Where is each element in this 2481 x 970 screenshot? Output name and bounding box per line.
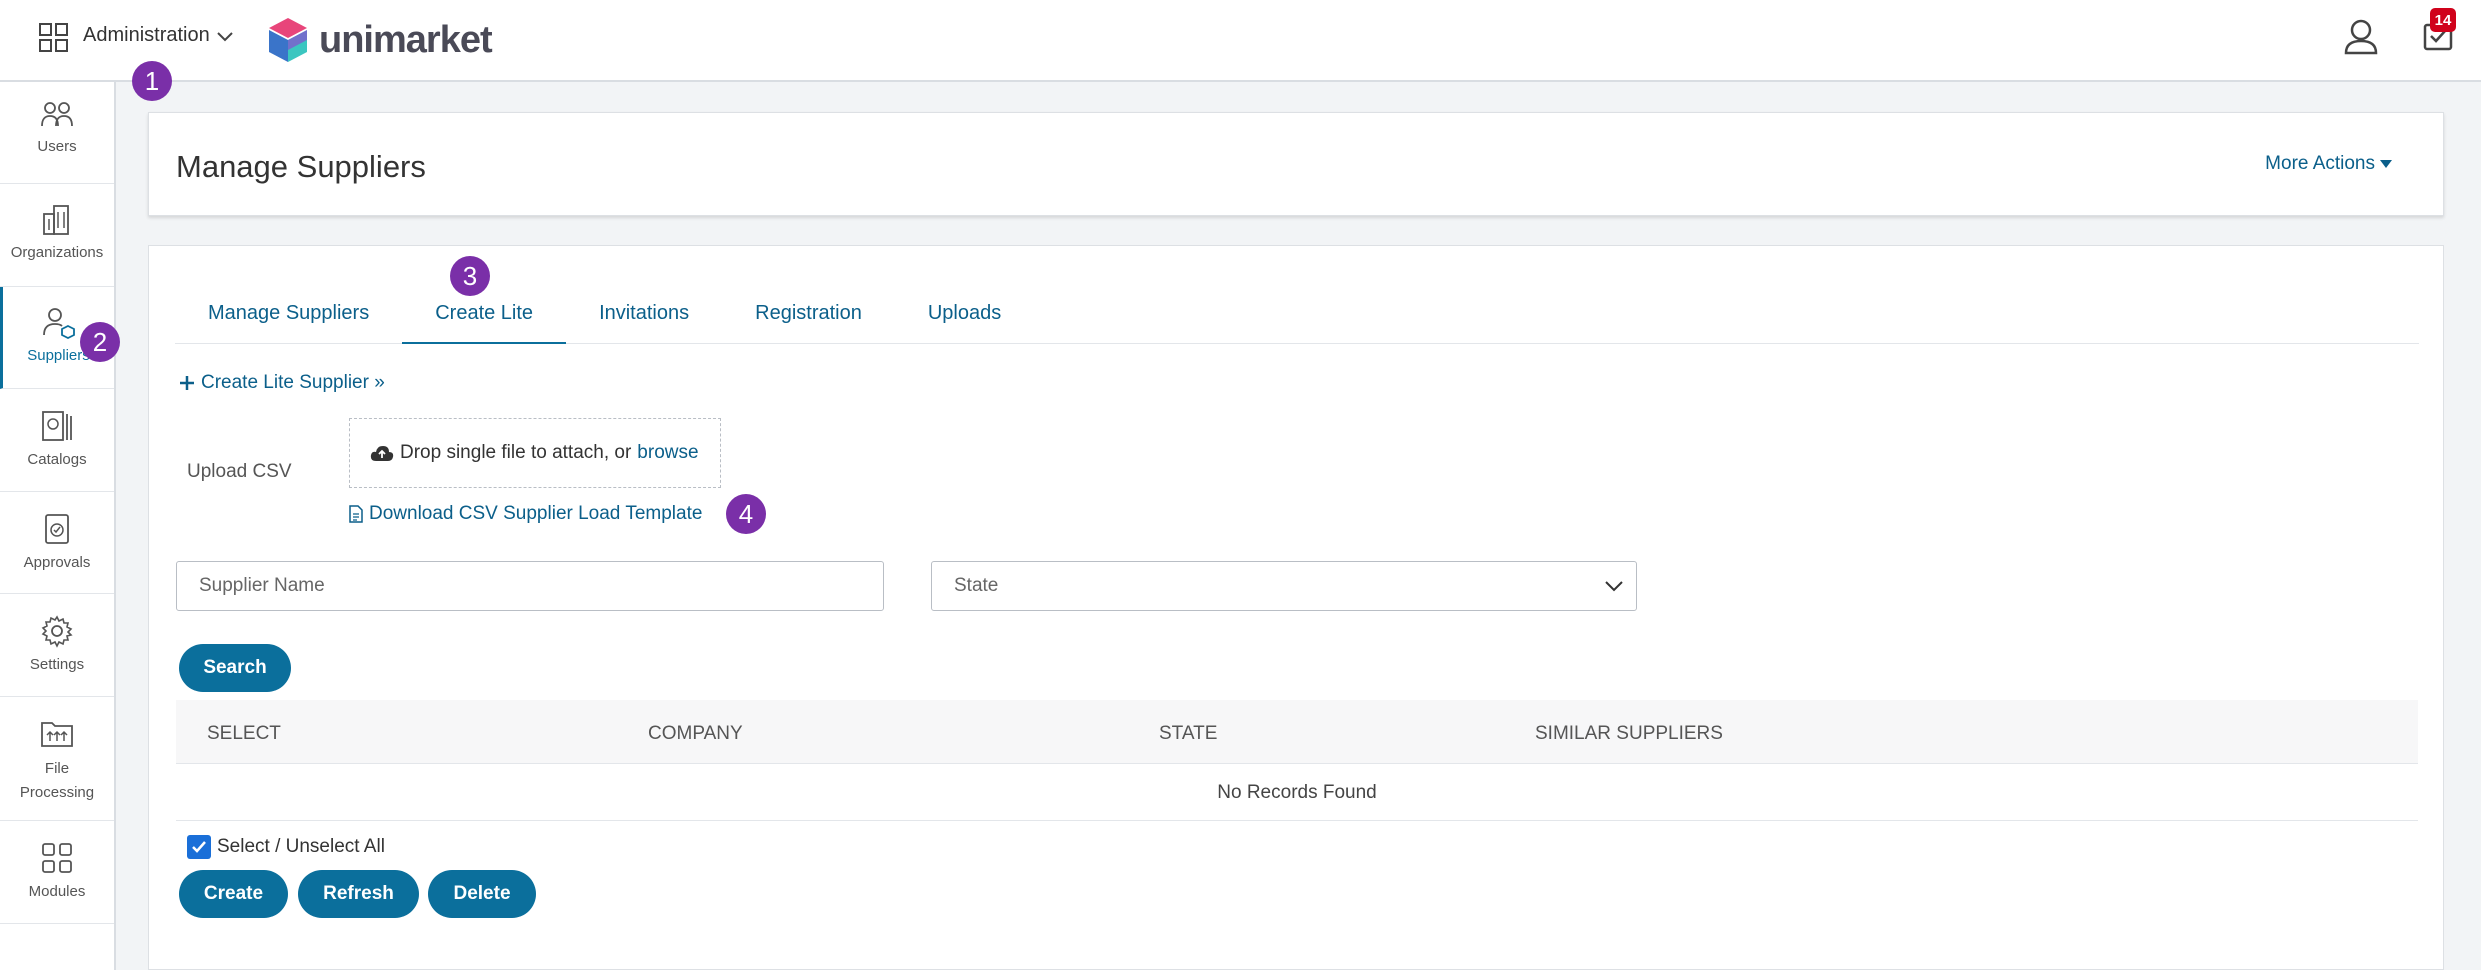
module-switcher[interactable]: Administration (83, 24, 234, 47)
refresh-button[interactable]: Refresh (298, 870, 419, 918)
module-label: Administration (83, 24, 210, 46)
users-icon (41, 102, 73, 127)
sidebar-item-label: Catalogs (27, 451, 87, 468)
inbox-count-badge: 14 (2430, 8, 2456, 32)
sidebar-item-label: File Processing (19, 760, 95, 801)
approval-icon (45, 514, 69, 544)
results-table-header: SELECT COMPANY STATE SIMILAR SUPPLIERS (176, 700, 2418, 764)
brand-name: unimarket (319, 18, 493, 61)
page-header-card: Manage Suppliers More Actions (148, 112, 2444, 216)
sidebar-item-label: Organizations (10, 244, 104, 261)
column-header-state: STATE (1159, 723, 1218, 744)
create-lite-supplier-link[interactable]: Create Lite Supplier » (179, 372, 385, 394)
supplier-name-input[interactable]: Supplier Name (176, 561, 884, 611)
plus-icon (180, 376, 194, 390)
checkmark-icon (192, 841, 206, 853)
create-lite-supplier-label: Create Lite Supplier » (201, 372, 385, 393)
chevron-down-icon (217, 31, 233, 41)
page-title: Manage Suppliers (176, 149, 426, 184)
download-template-link[interactable]: Download CSV Supplier Load Template (349, 503, 702, 525)
column-header-similar-suppliers: SIMILAR SUPPLIERS (1535, 723, 1723, 744)
tab-manage-suppliers[interactable]: Manage Suppliers (175, 296, 402, 344)
tab-create-lite[interactable]: Create Lite (402, 296, 567, 344)
select-all-label: Select / Unselect All (217, 836, 385, 857)
catalog-icon (42, 411, 72, 441)
tab-registration[interactable]: Registration (722, 296, 895, 344)
sidebar-item-label: Approvals (23, 554, 91, 571)
search-button[interactable]: Search (179, 644, 291, 692)
sidebar-item-label: Settings (29, 656, 85, 673)
download-template-label: Download CSV Supplier Load Template (369, 503, 703, 524)
select-all-control[interactable]: Select / Unselect All (187, 835, 385, 859)
cloud-upload-icon (370, 446, 394, 461)
create-button[interactable]: Create (179, 870, 288, 918)
tab-invitations[interactable]: Invitations (566, 296, 722, 344)
brand-logo[interactable]: unimarket (267, 14, 493, 66)
empty-table-message: No Records Found (176, 765, 2418, 821)
more-actions-button[interactable]: More Actions (2265, 153, 2393, 175)
supplier-name-placeholder: Supplier Name (199, 575, 325, 596)
step-marker-4: 4 (726, 494, 766, 534)
gear-icon (41, 615, 73, 648)
chevron-down-icon (1605, 581, 1623, 592)
dropzone-text: Drop single file to attach, or (400, 442, 632, 463)
sidebar-item-label: Modules (28, 883, 86, 900)
upload-csv-label: Upload CSV (187, 461, 292, 482)
column-header-company: COMPANY (648, 723, 743, 744)
csv-dropzone[interactable]: Drop single file to attach, or browse (349, 418, 721, 488)
sidebar-item-file-processing[interactable]: File Processing (0, 697, 114, 821)
create-lite-card: Manage Suppliers Create Lite Invitations… (148, 245, 2444, 970)
step-marker-3: 3 (450, 256, 490, 296)
sidebar-item-users[interactable]: Users (0, 82, 114, 184)
caret-down-icon (2380, 160, 2392, 168)
user-account-icon[interactable] (2343, 18, 2379, 56)
sidebar-item-label: Users (37, 138, 77, 155)
file-processing-icon (41, 722, 73, 747)
select-all-checkbox[interactable] (187, 835, 211, 859)
sidebar-item-modules[interactable]: Modules (0, 821, 114, 924)
delete-button[interactable]: Delete (428, 870, 536, 918)
supplier-icon (42, 308, 75, 339)
tab-bar: Manage Suppliers Create Lite Invitations… (175, 296, 2419, 344)
sidebar-item-approvals[interactable]: Approvals (0, 492, 114, 594)
file-icon (349, 505, 363, 523)
sidebar: Users Organizations Suppliers Catalogs A… (0, 82, 116, 970)
column-header-select: SELECT (207, 723, 281, 744)
more-actions-label: More Actions (2265, 153, 2375, 174)
state-select[interactable]: State (931, 561, 1637, 611)
sidebar-item-settings[interactable]: Settings (0, 594, 114, 697)
app-grid-icon[interactable] (38, 22, 70, 54)
step-marker-2: 2 (80, 322, 120, 362)
step-marker-1: 1 (132, 61, 172, 101)
state-placeholder: State (954, 575, 999, 596)
sidebar-item-organizations[interactable]: Organizations (0, 184, 114, 287)
browse-link[interactable]: browse (637, 442, 698, 464)
sidebar-item-catalogs[interactable]: Catalogs (0, 389, 114, 492)
modules-icon (42, 843, 72, 873)
top-bar: Administration unimarket 14 (0, 0, 2481, 82)
tab-uploads[interactable]: Uploads (895, 296, 1034, 344)
building-icon (43, 205, 69, 235)
unimarket-logo-icon (269, 18, 307, 62)
sidebar-item-label: Suppliers (27, 347, 90, 364)
